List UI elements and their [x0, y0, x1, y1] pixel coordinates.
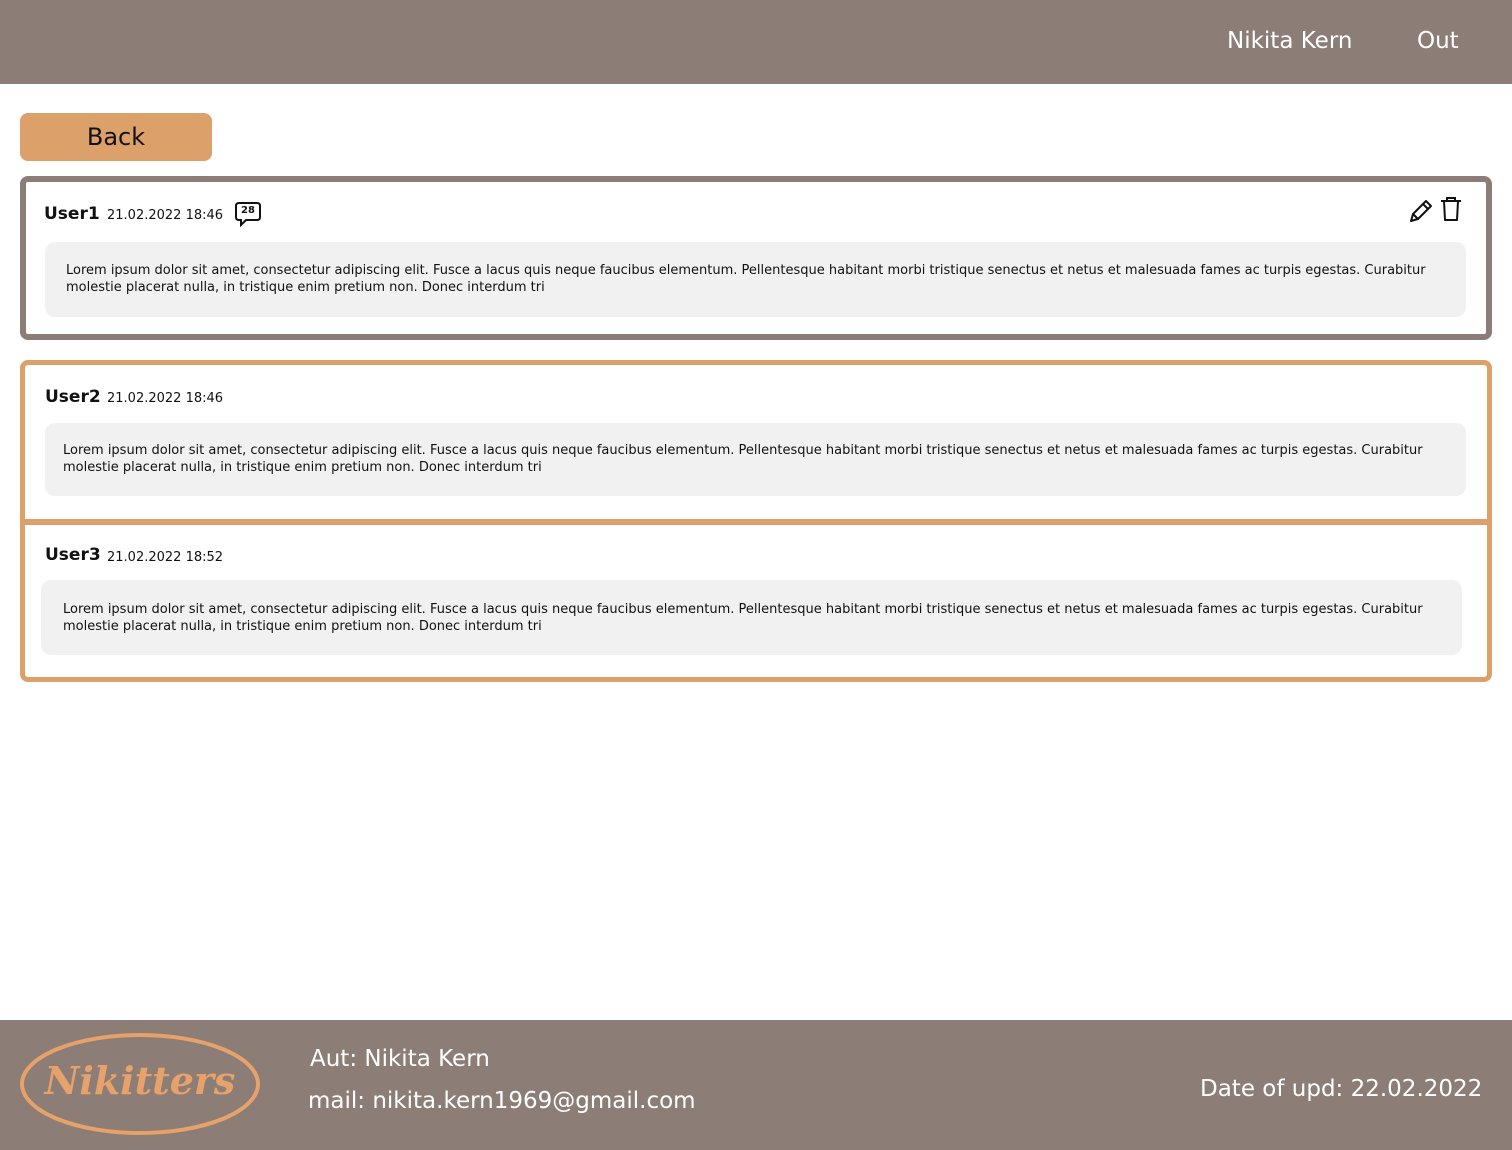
footer-author: Aut: Nikita Kern — [310, 1046, 490, 1072]
post-text: Lorem ipsum dolor sit amet, consectetur … — [45, 242, 1466, 317]
current-user-name[interactable]: Nikita Kern — [1227, 28, 1352, 54]
trash-icon — [1441, 197, 1461, 221]
post-timestamp: 21.02.2022 18:46 — [107, 208, 224, 223]
footer-bar: Nikitters Aut: Nikita Kern mail: nikita.… — [0, 1020, 1512, 1150]
pencil-icon — [1410, 200, 1432, 222]
site-logo[interactable]: Nikitters — [18, 1032, 262, 1136]
footer-update-date: Date of upd: 22.02.2022 — [1200, 1076, 1483, 1102]
footer-email[interactable]: mail: nikita.kern1969@gmail.com — [308, 1088, 696, 1114]
back-button[interactable]: Back — [20, 113, 212, 161]
comments-list: User2 21.02.2022 18:46 Lorem ipsum dolor… — [20, 360, 1492, 682]
main-post: User1 21.02.2022 18:46 28 Lorem ipsum do… — [20, 176, 1492, 340]
comment-text: Lorem ipsum dolor sit amet, consectetur … — [45, 423, 1466, 496]
comment-text: Lorem ipsum dolor sit amet, consectetur … — [41, 580, 1462, 655]
comment-timestamp: 21.02.2022 18:46 — [107, 391, 224, 406]
logout-link[interactable]: Out — [1417, 28, 1459, 54]
delete-post-button[interactable] — [1436, 194, 1466, 224]
comment-divider — [25, 519, 1487, 525]
comment-timestamp: 21.02.2022 18:52 — [107, 550, 224, 565]
edit-post-button[interactable] — [1406, 196, 1436, 226]
logo-text: Nikitters — [44, 1058, 236, 1103]
header-bar: Nikita Kern Out — [0, 0, 1512, 84]
comment-author[interactable]: User2 — [45, 387, 101, 407]
comment-author[interactable]: User3 — [45, 545, 101, 565]
comment-count: 28 — [241, 205, 255, 216]
post-author[interactable]: User1 — [44, 204, 100, 224]
comment-count-badge[interactable]: 28 — [234, 200, 262, 228]
